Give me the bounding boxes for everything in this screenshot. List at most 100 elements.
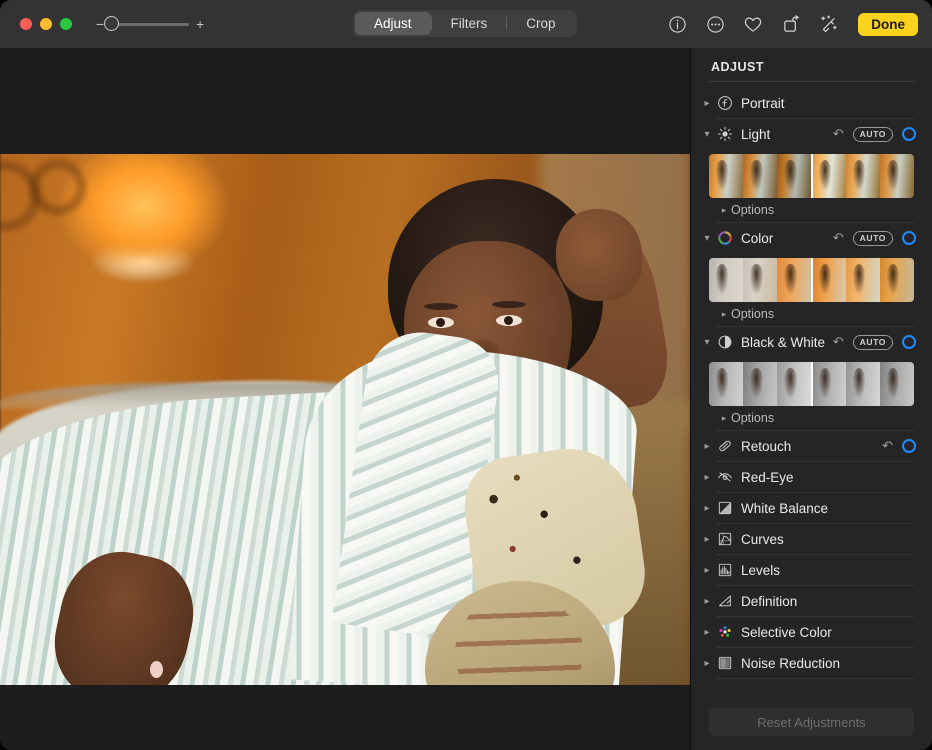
variation-thumbnail[interactable] [880, 154, 914, 198]
sidebar-item-label: Curves [741, 532, 916, 547]
sidebar-item-retouch[interactable]: ▸ Retouch ↶ [691, 431, 932, 461]
tab-adjust[interactable]: Adjust [355, 12, 431, 35]
variation-thumbnail[interactable] [812, 154, 846, 198]
zoom-out-icon[interactable]: − [96, 17, 104, 31]
sidebar-item-black-and-white[interactable]: ▾ Black & White ↶ AUTO [691, 327, 932, 357]
sidebar-item-light[interactable]: ▾ Light ↶ AUTO [691, 119, 932, 149]
sidebar-item-levels[interactable]: ▸ Levels [691, 555, 932, 585]
variation-thumbnail[interactable] [880, 362, 914, 406]
variation-thumbnail[interactable] [777, 362, 811, 406]
rotate-icon[interactable] [780, 13, 802, 35]
adjustments-list[interactable]: ▸ Portrait ▾ [691, 88, 932, 688]
options-label: Options [731, 411, 774, 425]
sidebar-item-selective-color[interactable]: ▸ Selective Color [691, 617, 932, 647]
variation-thumbnail[interactable] [743, 258, 777, 302]
tab-filters[interactable]: Filters [432, 12, 507, 35]
variation-thumbnail[interactable] [846, 362, 880, 406]
tab-crop[interactable]: Crop [507, 12, 574, 35]
reset-adjustments-button[interactable]: Reset Adjustments [709, 708, 914, 736]
chevron-down-icon[interactable]: ▾ [699, 233, 715, 244]
more-options-icon[interactable] [704, 13, 726, 35]
variation-thumbnail[interactable] [709, 362, 743, 406]
zoom-slider-knob[interactable] [104, 16, 119, 31]
white-balance-icon [715, 498, 735, 518]
zoom-in-icon[interactable]: + [196, 17, 204, 31]
sidebar-title: ADJUST [691, 48, 932, 81]
variation-thumbnail[interactable] [743, 362, 777, 406]
chevron-right-icon[interactable]: ▸ [699, 627, 715, 638]
chevron-right-icon[interactable]: ▸ [699, 596, 715, 607]
light-options-toggle[interactable]: ▸ Options [691, 198, 932, 222]
color-variations-strip[interactable] [709, 258, 914, 302]
chevron-right-icon[interactable]: ▸ [699, 98, 715, 109]
chevron-down-icon[interactable]: ▾ [699, 129, 715, 140]
sidebar-item-red-eye[interactable]: ▸ Red-Eye [691, 462, 932, 492]
photo-nail [150, 661, 163, 678]
variation-thumbnail[interactable] [846, 154, 880, 198]
chevron-right-icon[interactable]: ▸ [699, 472, 715, 483]
sidebar-item-definition[interactable]: ▸ Definition [691, 586, 932, 616]
auto-color-button[interactable]: AUTO [853, 231, 893, 246]
light-variations-strip[interactable] [709, 154, 914, 198]
reset-light-icon[interactable]: ↶ [833, 126, 844, 142]
sidebar-item-curves[interactable]: ▸ Curves [691, 524, 932, 554]
variation-thumbnail[interactable] [777, 258, 811, 302]
sidebar-item-label: Color [741, 231, 833, 246]
retouch-toggle[interactable] [902, 439, 916, 453]
variation-thumbnail[interactable] [743, 154, 777, 198]
minimize-window-button[interactable] [40, 18, 52, 30]
bw-options-toggle[interactable]: ▸ Options [691, 406, 932, 430]
chevron-right-icon[interactable]: ▸ [717, 413, 731, 424]
auto-bw-button[interactable]: AUTO [853, 335, 893, 350]
favorite-heart-icon[interactable] [742, 13, 764, 35]
bw-variations-strip[interactable] [709, 362, 914, 406]
sidebar-item-sharpen[interactable]: ▸ Sharpen [691, 679, 932, 688]
chevron-right-icon[interactable]: ▸ [699, 658, 715, 669]
row-controls: ↶ AUTO [833, 230, 916, 246]
curves-icon [715, 529, 735, 549]
zoom-slider-track[interactable] [111, 23, 189, 26]
variation-thumbnail[interactable] [880, 258, 914, 302]
sidebar-item-noise-reduction[interactable]: ▸ Noise Reduction [691, 648, 932, 678]
sidebar-item-white-balance[interactable]: ▸ White Balance [691, 493, 932, 523]
sidebar-item-label: Retouch [741, 439, 882, 454]
photo-hand-upper [556, 209, 642, 301]
sidebar-item-portrait[interactable]: ▸ Portrait [691, 88, 932, 118]
sidebar-item-label: Portrait [741, 96, 916, 111]
variation-thumbnail[interactable] [709, 258, 743, 302]
variation-thumbnail[interactable] [777, 154, 811, 198]
chevron-down-icon[interactable]: ▾ [699, 337, 715, 348]
auto-enhance-icon[interactable] [818, 13, 840, 35]
variation-thumbnail[interactable] [812, 258, 846, 302]
light-toggle[interactable] [902, 127, 916, 141]
reset-retouch-icon[interactable]: ↶ [882, 438, 893, 454]
bw-toggle[interactable] [902, 335, 916, 349]
done-button[interactable]: Done [858, 13, 918, 36]
variation-thumbnail[interactable] [709, 154, 743, 198]
chevron-right-icon[interactable]: ▸ [699, 441, 715, 452]
chevron-right-icon[interactable]: ▸ [717, 205, 731, 216]
levels-icon [715, 560, 735, 580]
chevron-right-icon[interactable]: ▸ [699, 503, 715, 514]
reset-color-icon[interactable]: ↶ [833, 230, 844, 246]
noise-reduction-icon [715, 653, 735, 673]
reset-bw-icon[interactable]: ↶ [833, 334, 844, 350]
edit-mode-segmented-control[interactable]: Adjust Filters Crop [353, 10, 577, 37]
selective-color-icon [715, 622, 735, 642]
variation-thumbnail[interactable] [846, 258, 880, 302]
chevron-right-icon[interactable]: ▸ [699, 534, 715, 545]
zoom-slider[interactable]: − + [96, 17, 204, 31]
auto-light-button[interactable]: AUTO [853, 127, 893, 142]
close-window-button[interactable] [20, 18, 32, 30]
fullscreen-window-button[interactable] [60, 18, 72, 30]
color-toggle[interactable] [902, 231, 916, 245]
chevron-right-icon[interactable]: ▸ [699, 565, 715, 576]
photo-canvas[interactable] [0, 101, 690, 685]
sidebar-item-label: Noise Reduction [741, 656, 916, 671]
info-icon[interactable] [666, 13, 688, 35]
eye-slash-icon [715, 467, 735, 487]
sidebar-item-color[interactable]: ▾ Color ↶ AUTO [691, 223, 932, 253]
chevron-right-icon[interactable]: ▸ [717, 309, 731, 320]
variation-thumbnail[interactable] [812, 362, 846, 406]
color-options-toggle[interactable]: ▸ Options [691, 302, 932, 326]
